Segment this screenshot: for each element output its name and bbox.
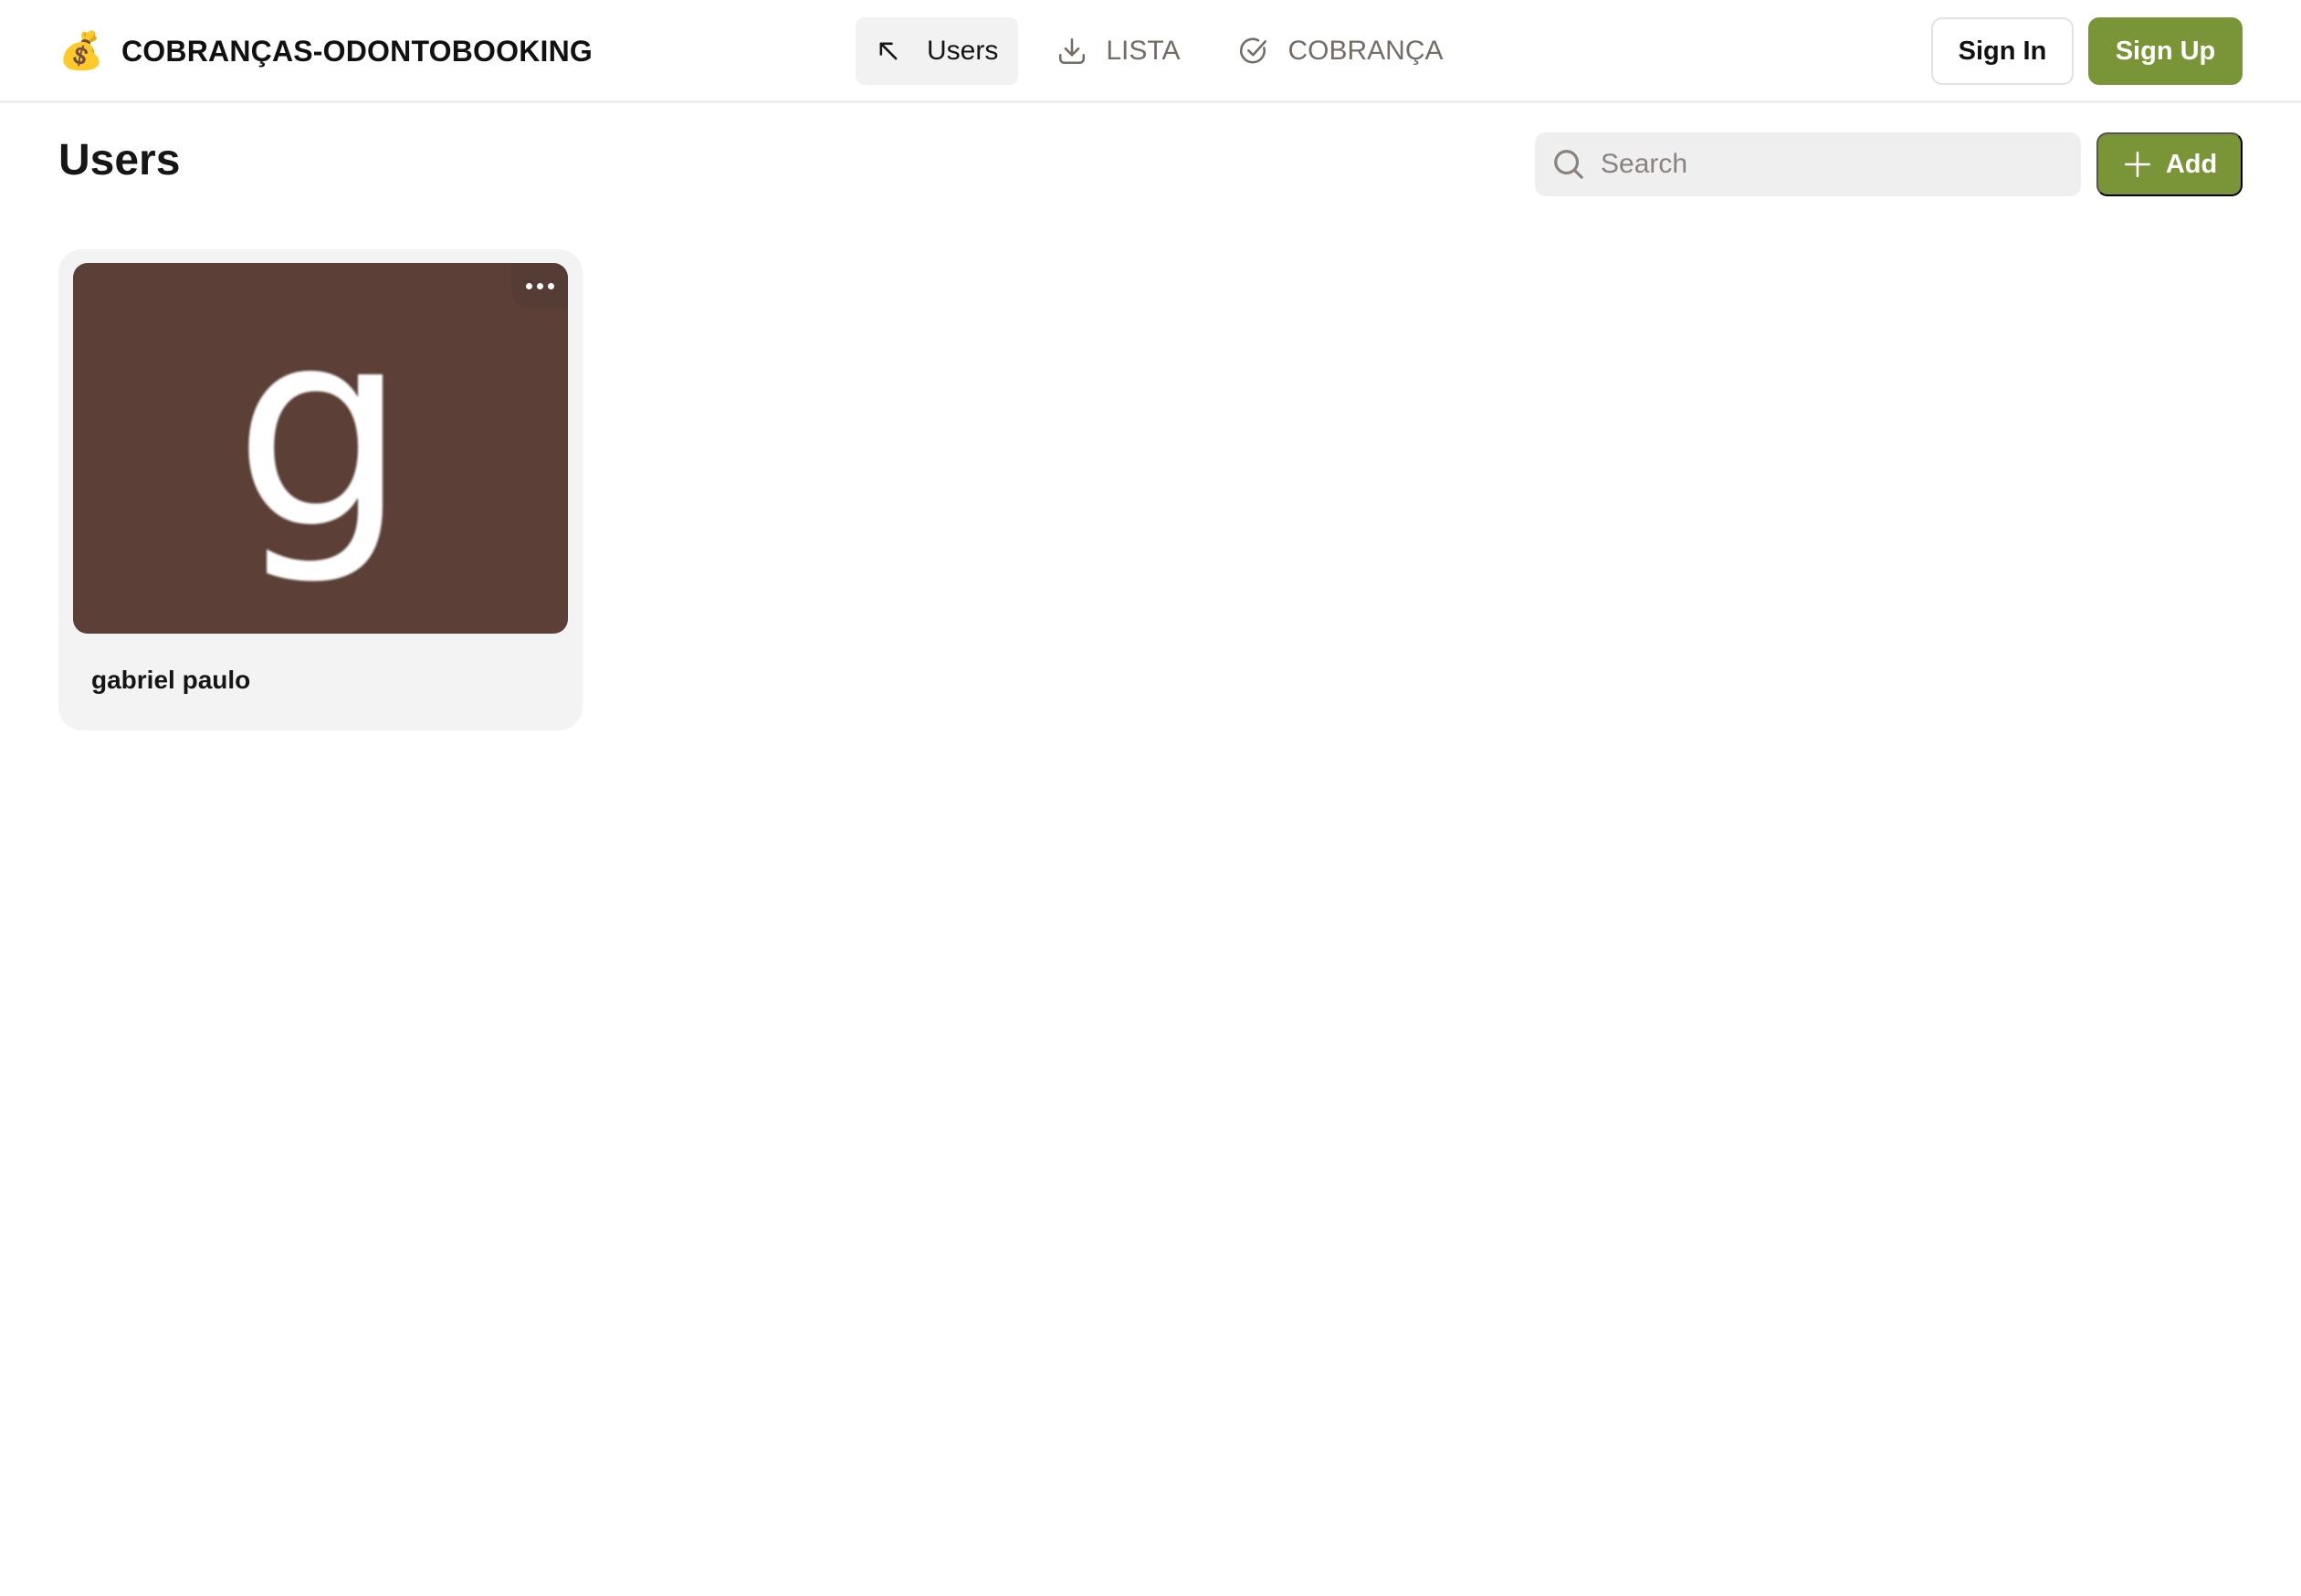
- user-card[interactable]: g gabriel paulo: [58, 249, 583, 730]
- add-label: Add: [2165, 149, 2218, 179]
- app-title: COBRANÇAS-ODONTOBOOKING: [121, 34, 594, 68]
- user-name: gabriel paulo: [91, 666, 251, 694]
- nav-label: Users: [927, 36, 999, 66]
- add-button[interactable]: Add: [2096, 132, 2243, 196]
- search-box[interactable]: [1535, 132, 2081, 196]
- nav-item-lista[interactable]: LISTA: [1036, 17, 1200, 85]
- dot: [536, 282, 543, 289]
- auth-buttons: Sign In Sign Up: [1931, 17, 2243, 85]
- avatar-letter: g: [233, 270, 408, 589]
- brand[interactable]: 💰 COBRANÇAS-ODONTOBOOKING: [58, 27, 593, 75]
- nav-item-users[interactable]: Users: [856, 17, 1019, 85]
- user-avatar: g: [73, 263, 568, 634]
- arrow-up-left-icon: [879, 42, 898, 60]
- top-header: 💰 COBRANÇAS-ODONTOBOOKING Users LISTA CO…: [0, 0, 2301, 103]
- sign-up-button[interactable]: Sign Up: [2088, 17, 2243, 85]
- plus-icon: [2124, 151, 2150, 178]
- dot: [525, 282, 532, 289]
- dot: [547, 282, 554, 289]
- page-title: Users: [58, 136, 181, 184]
- nav-label: COBRANÇA: [1287, 36, 1444, 66]
- more-horizontal-icon[interactable]: [511, 263, 568, 309]
- check-circle-icon: [1240, 37, 1267, 64]
- sign-in-button[interactable]: Sign In: [1931, 17, 2074, 85]
- nav-item-cobranca[interactable]: COBRANÇA: [1218, 17, 1463, 85]
- money-bag-icon: 💰: [58, 31, 104, 71]
- nav-label: LISTA: [1106, 36, 1181, 66]
- search-icon: [1554, 150, 1583, 179]
- main-nav: Users LISTA COBRANÇA: [856, 17, 1482, 85]
- download-icon: [1059, 37, 1086, 65]
- search-input[interactable]: [1601, 149, 2057, 180]
